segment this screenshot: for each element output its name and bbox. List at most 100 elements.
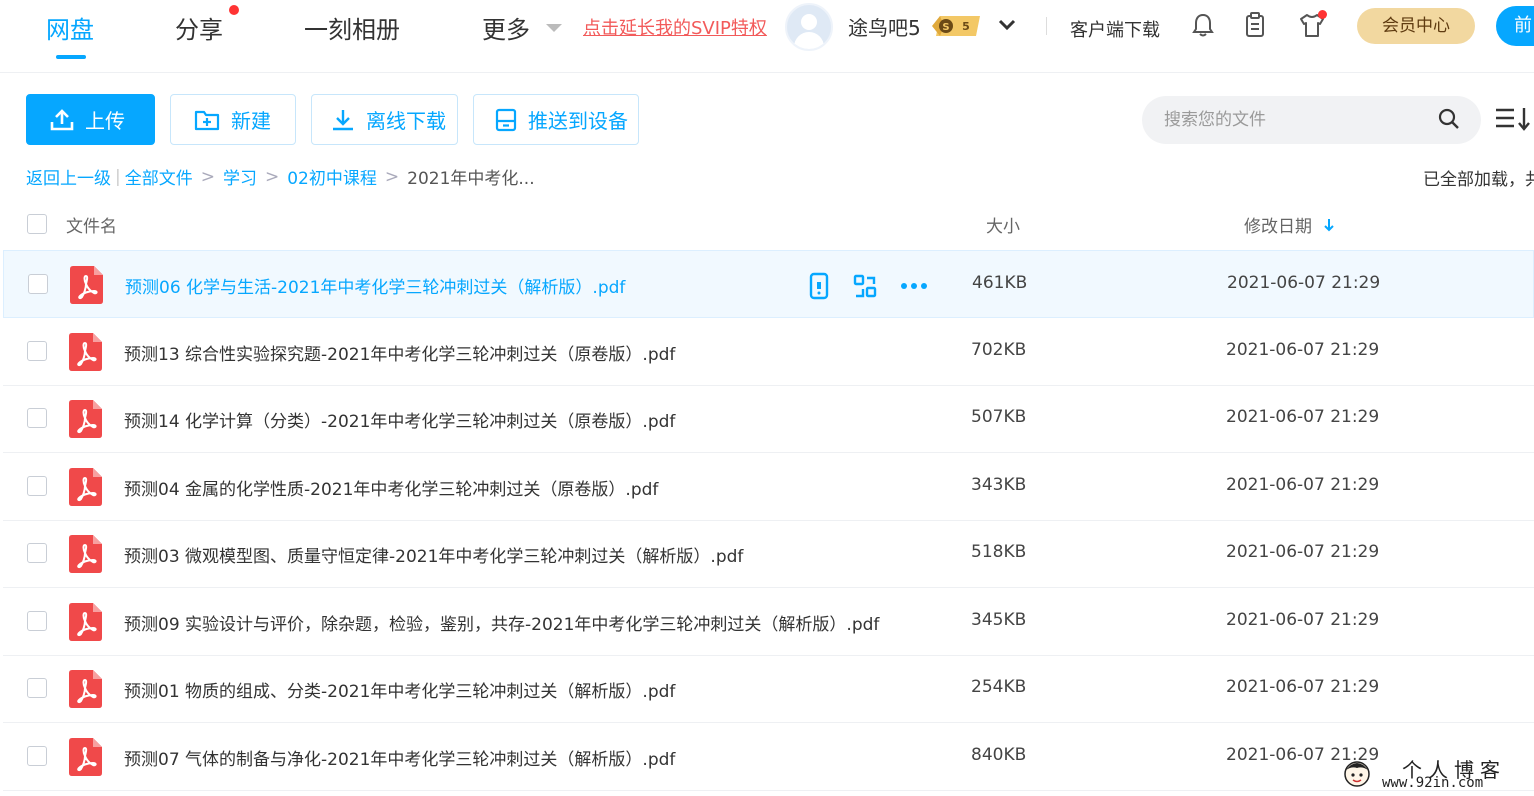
push-to-device-label: 推送到设备 [528, 109, 628, 133]
watermark-url: www.92in.com [1382, 775, 1484, 791]
breadcrumb-separator: > [264, 166, 280, 187]
file-modified-date: 2021-06-07 21:29 [1226, 407, 1380, 427]
breadcrumb-junior-course[interactable]: 02初中课程 [287, 164, 377, 189]
file-checkbox[interactable] [27, 745, 47, 766]
file-checkbox[interactable] [27, 408, 47, 428]
file-size: 254KB [971, 677, 1027, 697]
svg-text:5: 5 [962, 20, 970, 33]
search-input[interactable] [1142, 96, 1481, 144]
upload-label: 上传 [85, 109, 125, 133]
pdf-file-icon [69, 535, 102, 573]
column-header-name[interactable]: 文件名 [66, 212, 117, 237]
file-size: 345KB [971, 609, 1027, 630]
file-checkbox[interactable] [27, 475, 47, 496]
bell-icon[interactable] [1188, 10, 1218, 40]
client-download-link[interactable]: 客户端下载 [1070, 16, 1160, 42]
column-header-size[interactable]: 大小 [986, 212, 1020, 237]
upload-icon [50, 108, 74, 130]
nav-tab-share[interactable]: 分享 [175, 10, 223, 45]
row-hover-actions [808, 272, 928, 300]
file-modified-date: 2021-06-07 21:29 [1226, 609, 1380, 630]
file-modified-date: 2021-06-07 21:29 [1226, 339, 1380, 360]
user-menu-chevron-down-icon[interactable] [997, 17, 1017, 33]
svip-level-badge-icon: S 5 [932, 16, 980, 36]
file-row[interactable]: 预测09 实验设计与评价，除杂题，检验，鉴别，共存-2021年中考化学三轮冲刺过… [3, 588, 1534, 656]
file-name[interactable]: 预测13 综合性实验探究题-2021年中考化学三轮冲刺过关（原卷版）.pdf [124, 340, 675, 365]
file-name[interactable]: 预测03 微观模型图、质量守恒定律-2021年中考化学三轮冲刺过关（解析版）.p… [124, 542, 743, 567]
file-checkbox[interactable] [27, 678, 47, 698]
sort-desc-arrow-icon[interactable] [1323, 218, 1335, 232]
breadcrumb-back-link[interactable]: 返回上一级 [26, 164, 111, 189]
file-checkbox[interactable] [27, 340, 47, 361]
pdf-file-icon [69, 400, 102, 438]
svg-text:S: S [942, 22, 949, 33]
new-folder-button[interactable]: 新建 [170, 94, 296, 145]
file-row[interactable]: 预测03 微观模型图、质量守恒定律-2021年中考化学三轮冲刺过关（解析版）.p… [3, 520, 1534, 588]
file-name[interactable]: 预测04 金属的化学性质-2021年中考化学三轮冲刺过关（原卷版）.pdf [124, 475, 658, 500]
breadcrumb-current-folder: 2021年中考化... [407, 169, 535, 189]
pdf-file-icon [69, 332, 102, 371]
offline-download-button[interactable]: 离线下载 [311, 94, 458, 145]
share-link-icon[interactable] [852, 273, 878, 299]
search-icon[interactable] [1437, 107, 1461, 131]
nav-tab-netdisk[interactable]: 网盘 [46, 10, 94, 45]
column-header-date[interactable]: 修改日期 [1244, 212, 1335, 237]
file-name[interactable]: 预测01 物质的组成、分类-2021年中考化学三轮冲刺过关（解析版）.pdf [124, 677, 675, 702]
member-center-button[interactable]: 会员中心 [1357, 8, 1475, 44]
more-caret-icon[interactable] [546, 24, 562, 32]
file-row[interactable]: 预测14 化学计算（分类）-2021年中考化学三轮冲刺过关（原卷版）.pdf 5… [3, 385, 1534, 453]
new-folder-icon [194, 110, 220, 130]
file-modified-date: 2021-06-07 21:29 [1226, 474, 1380, 495]
load-status-text: 已全部加载，共 [1423, 170, 1534, 190]
pdf-file-icon [69, 467, 102, 506]
file-row[interactable]: 预测13 综合性实验探究题-2021年中考化学三轮冲刺过关（原卷版）.pdf 7… [3, 318, 1534, 386]
upload-button[interactable]: 上传 [26, 94, 155, 145]
blog-watermark: 个人博客 www.92in.com [1340, 752, 1530, 792]
download-icon [333, 109, 353, 130]
file-size: 840KB [971, 744, 1027, 765]
file-size: 507KB [971, 407, 1027, 427]
file-size: 343KB [971, 474, 1027, 495]
file-size: 702KB [971, 339, 1027, 360]
file-row[interactable]: 预测01 物质的组成、分类-2021年中考化学三轮冲刺过关（解析版）.pdf 2… [3, 655, 1534, 723]
column-header-date-label: 修改日期 [1244, 217, 1312, 237]
file-size: 461KB [972, 273, 1028, 293]
file-name[interactable]: 预测14 化学计算（分类）-2021年中考化学三轮冲刺过关（原卷版）.pdf [124, 407, 675, 432]
push-to-device-button[interactable]: 推送到设备 [473, 94, 639, 145]
new-folder-label: 新建 [231, 109, 271, 133]
breadcrumb-separator: > [384, 166, 400, 187]
file-checkbox[interactable] [28, 274, 48, 294]
clipboard-icon[interactable] [1240, 10, 1270, 40]
skin-notification-dot [1318, 10, 1327, 19]
breadcrumb-divider: | [115, 166, 121, 187]
file-name[interactable]: 预测07 气体的制备与净化-2021年中考化学三轮冲刺过关（解析版）.pdf [124, 745, 675, 770]
file-modified-date: 2021-06-07 21:29 [1226, 542, 1380, 562]
file-row[interactable]: 预测04 金属的化学性质-2021年中考化学三轮冲刺过关（原卷版）.pdf 34… [3, 453, 1534, 521]
pdf-file-icon [70, 266, 103, 304]
file-row[interactable]: 预测06 化学与生活-2021年中考化学三轮冲刺过关（解析版）.pdf 461K… [3, 250, 1534, 318]
offline-download-label: 离线下载 [366, 109, 446, 133]
username[interactable]: 途鸟吧5 [848, 12, 921, 41]
active-tab-indicator [56, 55, 86, 59]
pdf-file-icon [69, 670, 102, 708]
breadcrumb-separator: > [200, 166, 215, 187]
select-all-checkbox[interactable] [27, 214, 47, 234]
avatar[interactable] [785, 3, 833, 51]
send-to-phone-icon[interactable] [808, 272, 830, 300]
more-options-icon[interactable] [900, 281, 928, 291]
edge-cut-button[interactable]: 前 [1496, 6, 1534, 46]
file-name[interactable]: 预测06 化学与生活-2021年中考化学三轮冲刺过关（解析版）.pdf [125, 273, 625, 298]
file-checkbox[interactable] [27, 610, 47, 631]
breadcrumb-study[interactable]: 学习 [223, 164, 257, 189]
file-row[interactable]: 预测07 气体的制备与净化-2021年中考化学三轮冲刺过关（解析版）.pdf 8… [3, 723, 1534, 791]
pdf-file-icon [69, 602, 102, 641]
sort-view-icon[interactable] [1494, 104, 1534, 134]
device-icon [495, 108, 517, 131]
breadcrumb-all-files[interactable]: 全部文件 [125, 164, 193, 189]
nav-tab-more[interactable]: 更多 [482, 10, 530, 45]
nav-tab-moment-album[interactable]: 一刻相册 [304, 10, 400, 45]
pdf-file-icon [69, 737, 102, 776]
file-name[interactable]: 预测09 实验设计与评价，除杂题，检验，鉴别，共存-2021年中考化学三轮冲刺过… [124, 610, 879, 635]
extend-svip-link[interactable]: 点击延长我的SVIP特权 [583, 14, 767, 40]
file-checkbox[interactable] [27, 543, 47, 563]
